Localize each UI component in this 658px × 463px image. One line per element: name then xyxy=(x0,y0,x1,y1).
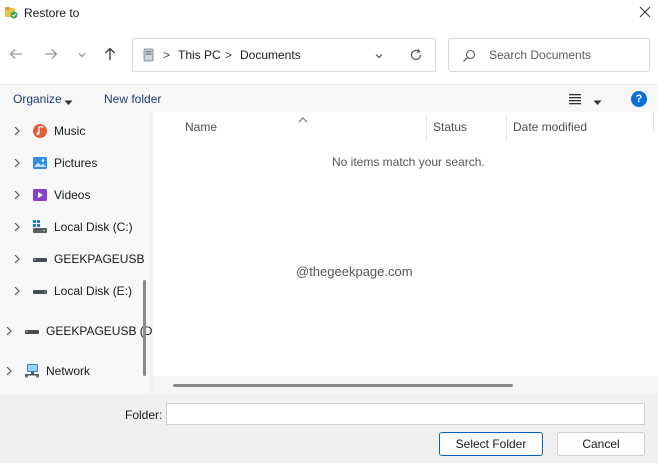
chevron-right-icon[interactable] xyxy=(12,221,22,233)
horizontal-scroll-thumb[interactable] xyxy=(173,384,513,387)
caret-down-icon[interactable] xyxy=(64,95,73,109)
folder-name-field[interactable] xyxy=(166,403,645,425)
column-divider[interactable] xyxy=(653,112,658,132)
sidebar-item-geekpageusb-d[interactable]: GEEKPAGEUSB (D xyxy=(0,320,152,342)
sidebar-item-pictures[interactable]: Pictures xyxy=(0,152,140,174)
address-bar[interactable]: > This PC > Documents xyxy=(132,38,436,72)
empty-state-message: No items match your search. xyxy=(332,155,485,169)
pictures-icon xyxy=(32,155,48,171)
chevron-right-icon[interactable] xyxy=(4,365,14,377)
up-button[interactable] xyxy=(99,44,121,66)
sidebar-item-label: GEEKPAGEUSB (D xyxy=(46,324,153,338)
search-input[interactable]: Search Documents xyxy=(489,48,591,62)
breadcrumb-separator: > xyxy=(225,48,233,62)
navigation-pane: Music Pictures Videos Local Disk (C:) GE… xyxy=(0,112,152,394)
arrow-right-icon xyxy=(44,48,58,63)
chevron-right-icon[interactable] xyxy=(12,157,22,169)
recent-locations-button[interactable] xyxy=(71,44,93,66)
sidebar-item-local-disk-c[interactable]: Local Disk (C:) xyxy=(0,216,140,238)
refresh-button[interactable] xyxy=(407,47,425,65)
drive-icon xyxy=(32,283,48,299)
chevron-right-icon[interactable] xyxy=(12,253,22,265)
this-pc-icon xyxy=(143,48,155,62)
music-icon xyxy=(32,123,48,139)
select-folder-button[interactable]: Select Folder xyxy=(439,432,543,456)
arrow-up-icon xyxy=(104,47,116,64)
chevron-right-icon[interactable] xyxy=(12,189,22,201)
sidebar-item-label: Network xyxy=(46,364,91,378)
cancel-button[interactable]: Cancel xyxy=(557,432,645,456)
dialog-footer: Folder: Select Folder Cancel xyxy=(0,394,658,463)
column-divider[interactable] xyxy=(506,114,507,142)
column-header-date-modified[interactable]: Date modified xyxy=(513,120,587,134)
forward-button[interactable] xyxy=(40,44,62,66)
sidebar-item-label: GEEKPAGEUSB xyxy=(54,252,145,266)
chevron-right-icon[interactable] xyxy=(4,325,14,337)
sidebar-scrollbar[interactable] xyxy=(143,280,146,376)
folder-label: Folder: xyxy=(125,408,163,422)
close-button[interactable] xyxy=(632,2,658,24)
windows-drive-icon xyxy=(32,219,48,235)
navigation-bar: > This PC > Documents Search Documents xyxy=(0,28,658,84)
watermark: @thegeekpage.com xyxy=(296,264,413,279)
sidebar-item-label: Pictures xyxy=(54,156,98,170)
window-title: Restore to xyxy=(24,6,80,20)
chevron-down-icon xyxy=(77,48,87,62)
column-divider[interactable] xyxy=(426,114,427,142)
caret-down-icon[interactable] xyxy=(593,95,602,109)
restore-app-icon xyxy=(4,5,18,19)
sidebar-item-music[interactable]: Music xyxy=(0,120,140,142)
videos-icon xyxy=(32,187,48,203)
address-history-button[interactable] xyxy=(371,48,387,64)
usb-drive-icon xyxy=(24,323,40,339)
refresh-icon xyxy=(409,48,423,65)
sort-ascending-icon xyxy=(298,112,308,126)
command-bar: Organize New folder ? xyxy=(0,84,658,112)
title-bar: Restore to xyxy=(0,0,658,28)
column-header-status[interactable]: Status xyxy=(433,120,467,134)
back-button[interactable] xyxy=(5,44,27,66)
usb-drive-icon xyxy=(32,251,48,267)
help-button[interactable]: ? xyxy=(631,91,647,107)
sidebar-item-label: Videos xyxy=(54,188,91,202)
organize-button[interactable]: Organize xyxy=(13,92,62,106)
sidebar-item-videos[interactable]: Videos xyxy=(0,184,140,206)
close-icon xyxy=(639,6,651,21)
search-icon xyxy=(461,48,477,64)
breadcrumb-this-pc[interactable]: This PC xyxy=(178,48,221,62)
sidebar-item-geekpageusb[interactable]: GEEKPAGEUSB xyxy=(0,248,144,270)
view-options-icon[interactable] xyxy=(568,92,584,106)
column-header-name[interactable]: Name xyxy=(185,120,217,134)
network-icon xyxy=(24,363,40,379)
sidebar-item-label: Local Disk (E:) xyxy=(54,284,133,298)
sidebar-item-label: Local Disk (C:) xyxy=(54,220,133,234)
chevron-right-icon[interactable] xyxy=(12,285,22,297)
breadcrumb-separator: > xyxy=(163,48,171,62)
new-folder-button[interactable]: New folder xyxy=(104,92,161,106)
sidebar-item-label: Music xyxy=(54,124,86,138)
search-box[interactable]: Search Documents xyxy=(448,38,650,72)
chevron-right-icon[interactable] xyxy=(12,125,22,137)
sidebar-item-network[interactable]: Network xyxy=(0,360,140,382)
sidebar-item-local-disk-e[interactable]: Local Disk (E:) xyxy=(0,280,140,302)
arrow-left-icon xyxy=(9,48,23,63)
chevron-down-icon xyxy=(374,49,384,63)
file-list: Name Status Date modified No items match… xyxy=(153,112,658,394)
breadcrumb-documents[interactable]: Documents xyxy=(240,48,301,62)
